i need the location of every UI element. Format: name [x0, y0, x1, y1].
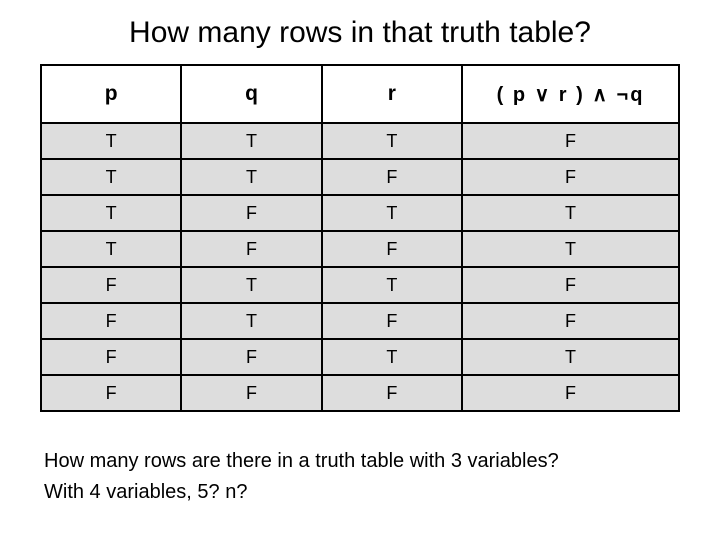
slide: How many rows in that truth table? p q r…	[0, 0, 720, 540]
table-row: F T T F	[41, 267, 679, 303]
table-body: T T T F T T F F T F T T T	[41, 123, 679, 411]
cell: T	[322, 339, 462, 375]
col-header-expression: ( p ∨ r ) ∧ ¬q	[462, 65, 679, 123]
col-header-q: q	[181, 65, 321, 123]
table-header-row: p q r ( p ∨ r ) ∧ ¬q	[41, 65, 679, 123]
table-row: T T F F	[41, 159, 679, 195]
truth-table: p q r ( p ∨ r ) ∧ ¬q T T T F T T F F	[40, 64, 680, 412]
footer-text: How many rows are there in a truth table…	[44, 446, 676, 508]
col-header-p: p	[41, 65, 181, 123]
cell: F	[462, 267, 679, 303]
cell: F	[462, 123, 679, 159]
cell: F	[462, 375, 679, 411]
table-row: T F F T	[41, 231, 679, 267]
footer-line-2: With 4 variables, 5? n?	[44, 477, 676, 508]
cell: T	[322, 195, 462, 231]
cell: F	[462, 303, 679, 339]
cell: F	[462, 159, 679, 195]
footer-line-1: How many rows are there in a truth table…	[44, 446, 676, 477]
truth-table-container: p q r ( p ∨ r ) ∧ ¬q T T T F T T F F	[40, 64, 680, 412]
cell: F	[322, 375, 462, 411]
cell: F	[322, 159, 462, 195]
cell: T	[462, 195, 679, 231]
table-row: T T T F	[41, 123, 679, 159]
cell: T	[462, 231, 679, 267]
cell: F	[41, 303, 181, 339]
cell: T	[322, 123, 462, 159]
cell: F	[181, 339, 321, 375]
table-row: T F T T	[41, 195, 679, 231]
cell: T	[181, 159, 321, 195]
cell: T	[41, 195, 181, 231]
cell: T	[462, 339, 679, 375]
cell: T	[41, 123, 181, 159]
cell: F	[181, 375, 321, 411]
table-row: F F T T	[41, 339, 679, 375]
page-title: How many rows in that truth table?	[0, 0, 720, 64]
cell: T	[181, 303, 321, 339]
cell: T	[181, 267, 321, 303]
cell: F	[322, 303, 462, 339]
cell: T	[181, 123, 321, 159]
cell: F	[181, 195, 321, 231]
col-header-r: r	[322, 65, 462, 123]
cell: T	[41, 231, 181, 267]
cell: F	[41, 339, 181, 375]
table-row: F F F F	[41, 375, 679, 411]
cell: T	[41, 159, 181, 195]
cell: F	[322, 231, 462, 267]
cell: F	[41, 267, 181, 303]
table-row: F T F F	[41, 303, 679, 339]
cell: F	[181, 231, 321, 267]
cell: T	[322, 267, 462, 303]
cell: F	[41, 375, 181, 411]
